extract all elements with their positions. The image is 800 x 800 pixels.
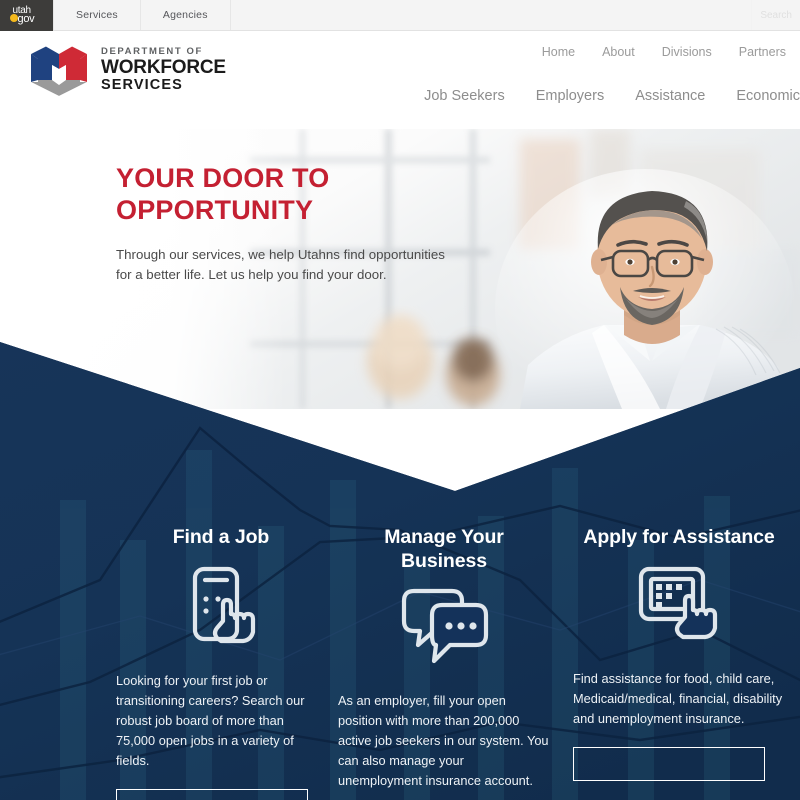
site-header: DEPARTMENT OF WORKFORCE SERVICES Home Ab… — [0, 31, 800, 129]
dws-brand-text: DEPARTMENT OF WORKFORCE SERVICES — [101, 44, 226, 93]
service-card-manage-your-business[interactable]: Manage Your Business As an employer, fil… — [338, 525, 550, 800]
nav-item-employers[interactable]: Employers — [536, 88, 605, 104]
nav-item-economic[interactable]: Economic — [736, 88, 800, 104]
brand-line-department-of: DEPARTMENT OF — [101, 45, 203, 57]
smartphone-tap-icon — [116, 559, 326, 655]
utility-bar-spacer — [231, 0, 752, 30]
hero-section: YOUR DOOR TO OPPORTUNITY Through our ser… — [0, 129, 800, 409]
hero-title-line2: OPPORTUNITY — [116, 195, 314, 225]
card-title-line2: Business — [401, 550, 487, 572]
service-card-find-a-job[interactable]: Find a Job Looking for your first job or… — [116, 525, 326, 800]
utah-gov-logo-mark: utah gov — [8, 4, 46, 28]
chat-bubbles-icon — [338, 579, 550, 675]
card-body-apply-for-assistance: Find assistance for food, child care, Me… — [573, 671, 783, 726]
utah-gov-logo-dot-icon — [9, 13, 18, 22]
utility-bar-links: Services Agencies — [53, 0, 231, 30]
utah-gov-logo-bottom-text: gov — [17, 12, 35, 25]
hero-subtitle: Through our services, we help Utahns fin… — [116, 247, 445, 282]
service-card-apply-for-assistance[interactable]: Apply for Assistance Find assistance for… — [573, 525, 785, 781]
card-button-find-a-job[interactable] — [116, 789, 308, 800]
card-title-line1: Manage Your — [384, 526, 504, 548]
card-title-find-a-job: Find a Job — [172, 526, 270, 548]
nav-item-partners[interactable]: Partners — [739, 45, 786, 59]
page-root: utah gov Services Agencies Search DEPART… — [0, 0, 800, 800]
brand-line-workforce: WORKFORCE — [101, 57, 226, 78]
hero-copy: YOUR DOOR TO OPPORTUNITY Through our ser… — [116, 162, 466, 284]
utility-search[interactable]: Search — [751, 0, 800, 30]
brand-line-services: SERVICES — [101, 77, 183, 93]
nav-item-divisions[interactable]: Divisions — [662, 45, 712, 59]
utility-link-services[interactable]: Services — [53, 0, 141, 30]
card-title-apply-for-assistance: Apply for Assistance — [583, 526, 775, 548]
dws-hexagon-icon — [31, 40, 87, 96]
nav-item-job-seekers[interactable]: Job Seekers — [424, 88, 505, 104]
nav-item-about[interactable]: About — [602, 45, 635, 59]
dws-brand-logo[interactable]: DEPARTMENT OF WORKFORCE SERVICES — [28, 39, 226, 97]
card-button-apply-for-assistance[interactable] — [573, 747, 765, 781]
hero-title-line1: YOUR DOOR TO — [116, 163, 330, 193]
nav-item-assistance[interactable]: Assistance — [635, 88, 705, 104]
utah-gov-utility-bar: utah gov Services Agencies Search — [0, 0, 800, 31]
card-body-find-a-job: Looking for your first job or transition… — [116, 673, 305, 768]
primary-navigation: Job Seekers Employers Assistance Economi… — [424, 88, 800, 104]
card-body-manage-your-business: As an employer, fill your open position … — [338, 693, 549, 788]
utah-gov-logo[interactable]: utah gov — [0, 0, 53, 31]
tablet-keypad-tap-icon — [573, 559, 785, 655]
nav-item-home[interactable]: Home — [542, 45, 575, 59]
search-icon: Search — [760, 9, 792, 21]
hero-title: YOUR DOOR TO OPPORTUNITY — [116, 162, 466, 226]
utility-link-agencies[interactable]: Agencies — [141, 0, 231, 30]
secondary-navigation: Home About Divisions Partners — [542, 45, 786, 59]
card-title-manage-your-business: Manage Your Business — [338, 525, 550, 573]
